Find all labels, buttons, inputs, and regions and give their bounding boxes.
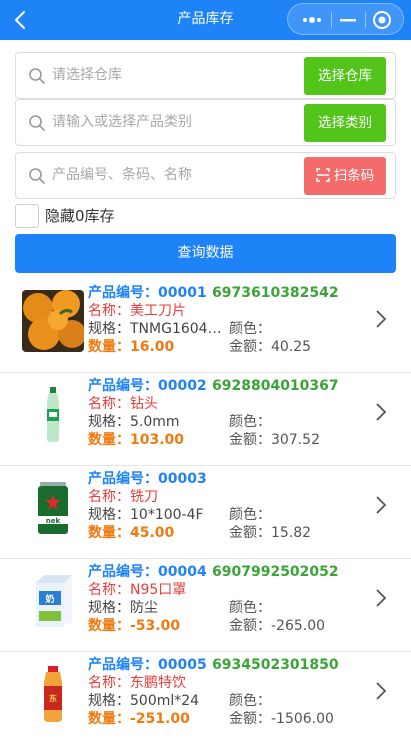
product-code: 00004 xyxy=(158,564,207,580)
product-item[interactable]: 东 产品编号：00005 6934502301850 名称：东鹏特饮 规格：50… xyxy=(0,652,411,739)
hide-zero-stock-label: 隐藏0库存 xyxy=(45,207,115,225)
product-spec: 10*100-4F xyxy=(130,507,204,523)
product-qty: -53.00 xyxy=(130,618,181,634)
product-name-line: 名称：N95口罩 xyxy=(88,582,187,598)
chevron-right-icon xyxy=(376,403,387,421)
product-spec: 5.0mm xyxy=(130,414,180,430)
minimize-button[interactable] xyxy=(336,10,360,28)
category-placeholder: 请输入或选择产品类别 xyxy=(52,114,192,130)
product-name-line: 名称：美工刀片 xyxy=(88,303,186,319)
milk-carton-image: 奶 xyxy=(22,569,84,631)
capsule-divider xyxy=(331,12,332,28)
category-field[interactable]: 请输入或选择产品类别 选择类别 xyxy=(15,99,396,146)
product-item[interactable]: 产品编号：00001 6973610382542 名称：美工刀片 规格：TNMG… xyxy=(0,280,411,373)
product-code: 00001 xyxy=(158,285,207,301)
svg-text:奶: 奶 xyxy=(44,593,54,605)
product-qty: -251.00 xyxy=(130,711,190,727)
product-amount: 40.25 xyxy=(271,339,312,355)
chevron-right-icon xyxy=(376,496,387,514)
chevron-right-icon xyxy=(376,310,387,328)
beer-can-image: nek xyxy=(22,476,84,538)
product-spec-line: 规格：5.0mm 颜色： xyxy=(88,414,271,430)
scan-icon xyxy=(316,168,330,182)
energy-drink-bottle-image: 东 xyxy=(22,662,84,724)
product-spec: 防尘 xyxy=(130,600,158,616)
chevron-right-icon xyxy=(376,682,387,700)
product-qty-line: 数量：-53.00 金额：-265.00 xyxy=(88,618,326,634)
product-name-line: 名称：钻头 xyxy=(88,396,158,412)
product-code-line: 产品编号：00004 6907992502052 xyxy=(88,564,339,580)
product-code-line: 产品编号：00002 6928804010367 xyxy=(88,378,339,394)
product-qty: 103.00 xyxy=(130,432,185,448)
select-warehouse-button[interactable]: 选择仓库 xyxy=(304,57,386,95)
product-code-line: 产品编号：00003 xyxy=(88,471,207,487)
product-code: 00002 xyxy=(158,378,207,394)
product-barcode: 6934502301850 xyxy=(212,657,339,673)
green-soda-bottle-image xyxy=(22,383,84,445)
product-qty: 45.00 xyxy=(130,525,175,541)
more-button[interactable] xyxy=(298,10,326,28)
target-icon xyxy=(373,11,391,29)
product-qty-line: 数量：45.00 金额：15.82 xyxy=(88,525,312,541)
warehouse-field[interactable]: 请选择仓库 选择仓库 xyxy=(15,52,396,99)
product-spec-line: 规格：TNMG16040... 颜色： xyxy=(88,321,271,337)
orange-fruit-image xyxy=(22,290,84,352)
product-amount: -265.00 xyxy=(271,618,326,634)
product-code: 00005 xyxy=(158,657,207,673)
product-qty-line: 数量：103.00 金额：307.52 xyxy=(88,432,320,448)
product-spec-line: 规格：防尘 颜色： xyxy=(88,600,271,616)
product-item[interactable]: nek 产品编号：00003 名称：铣刀 规格：10*100-4F 颜色： 数量… xyxy=(0,466,411,559)
warehouse-placeholder: 请选择仓库 xyxy=(52,67,122,83)
svg-text:东: 东 xyxy=(49,693,57,703)
chevron-right-icon xyxy=(376,589,387,607)
keyword-placeholder: 产品编号、条码、名称 xyxy=(52,167,192,183)
hide-zero-stock-checkbox[interactable] xyxy=(15,204,39,228)
product-qty-line: 数量：-251.00 金额：-1506.00 xyxy=(88,711,334,727)
search-icon xyxy=(29,115,45,131)
product-qty: 16.00 xyxy=(130,339,175,355)
capsule-divider xyxy=(365,12,366,28)
query-data-button[interactable]: 查询数据 xyxy=(15,234,396,273)
nav-bar: 产品库存 xyxy=(0,0,411,40)
product-barcode: 6928804010367 xyxy=(212,378,339,394)
select-category-button[interactable]: 选择类别 xyxy=(304,104,386,142)
search-icon xyxy=(29,168,45,184)
scan-barcode-button[interactable]: 扫条码 xyxy=(304,157,386,195)
product-qty-line: 数量：16.00 金额：40.25 xyxy=(88,339,312,355)
product-spec-line: 规格：500ml*24 颜色： xyxy=(88,693,271,709)
product-spec: TNMG16040... xyxy=(130,321,224,337)
product-name-line: 名称：东鹏特饮 xyxy=(88,675,186,691)
more-dots-icon xyxy=(303,17,321,23)
product-name-line: 名称：铣刀 xyxy=(88,489,158,505)
product-amount: 15.82 xyxy=(271,525,312,541)
product-barcode: 6973610382542 xyxy=(212,285,339,301)
search-icon xyxy=(29,68,45,84)
product-spec: 500ml*24 xyxy=(130,693,200,709)
product-name: 钻头 xyxy=(130,396,158,412)
mini-program-capsule xyxy=(287,3,404,35)
product-code: 00003 xyxy=(158,471,207,487)
product-amount: -1506.00 xyxy=(271,711,334,727)
product-amount: 307.52 xyxy=(271,432,320,448)
product-name: 铣刀 xyxy=(130,489,158,505)
product-name: 美工刀片 xyxy=(130,303,186,319)
product-name: N95口罩 xyxy=(130,582,187,598)
keyword-search-field[interactable]: 产品编号、条码、名称 扫条码 xyxy=(15,152,396,199)
scan-button-label: 扫条码 xyxy=(333,168,375,184)
product-code-line: 产品编号：00005 6934502301850 xyxy=(88,657,339,673)
close-miniprogram-button[interactable] xyxy=(371,9,393,31)
minus-icon xyxy=(340,19,356,22)
product-item[interactable]: 奶 产品编号：00004 6907992502052 名称：N95口罩 规格：防… xyxy=(0,559,411,652)
product-spec-line: 规格：10*100-4F 颜色： xyxy=(88,507,271,523)
product-list: 产品编号：00001 6973610382542 名称：美工刀片 规格：TNMG… xyxy=(0,280,411,739)
product-name: 东鹏特饮 xyxy=(130,675,186,691)
product-code-line: 产品编号：00001 6973610382542 xyxy=(88,285,339,301)
product-item[interactable]: 产品编号：00002 6928804010367 名称：钻头 规格：5.0mm … xyxy=(0,373,411,466)
svg-text:nek: nek xyxy=(46,517,61,525)
product-barcode: 6907992502052 xyxy=(212,564,339,580)
